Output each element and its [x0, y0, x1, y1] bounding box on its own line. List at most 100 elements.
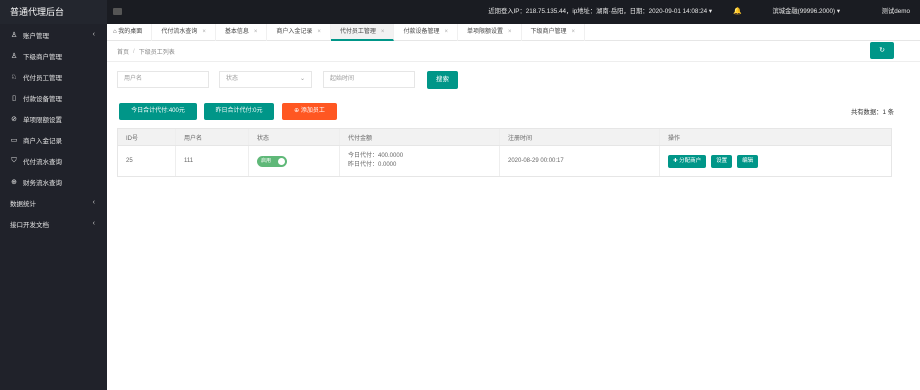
settings-button[interactable]: 设置	[711, 154, 733, 168]
sidebar: 普通代理后台 ♙ 账户管理 ‹ ♙ 下级商户管理 ♘ 代付员工管理 ▯ 付款设备管理 ⊘ 单项限额设…	[0, 0, 107, 390]
breadcrumb-current: 下级员工列表	[138, 50, 175, 56]
sidebar-item-6[interactable]: ⛉ 代付流水查询	[0, 150, 107, 171]
table-header: ID号 用户名 状态 代付金额 注册时间 操作	[118, 129, 891, 146]
today-total-button[interactable]: 今日合计代付:400元	[119, 103, 197, 120]
user-icon: ♙	[10, 31, 18, 39]
header-id: ID号	[118, 129, 176, 145]
username-input[interactable]: 用户名	[117, 71, 209, 88]
tab-0[interactable]: ⌂ 我的桌面	[107, 24, 153, 41]
tab-1[interactable]: 代付流水查询 ×	[152, 24, 216, 41]
yesterday-amount: 昨日代付：0.0000	[348, 162, 397, 168]
user-menu[interactable]: 测试demo	[882, 0, 910, 24]
tab-label: 付款设备管理	[403, 29, 440, 35]
sidebar-item-label: 代付流水查询	[23, 158, 62, 166]
search-button[interactable]: 搜索	[427, 71, 458, 89]
app-title: 普通代理后台	[0, 0, 107, 24]
cell-amount: 今日代付：400.0000 昨日代付：0.0000	[340, 146, 500, 176]
cell-id: 25	[118, 146, 176, 176]
add-employee-button[interactable]: ⊕ 添加员工	[282, 103, 337, 120]
header-actions: 操作	[668, 135, 681, 142]
breadcrumb-separator: /	[133, 48, 135, 55]
close-icon[interactable]: ×	[572, 29, 576, 35]
sidebar-item-5[interactable]: ▭ 商户入金记录	[0, 129, 107, 150]
breadcrumb: 首页 / 下级员工列表	[107, 42, 920, 62]
bell-icon[interactable]: 🔔	[733, 0, 742, 24]
sidebar-item-label: 商户入金记录	[23, 137, 62, 145]
breadcrumb-home[interactable]: 首页	[117, 47, 129, 56]
tab-label: 单项限额设置	[466, 29, 503, 35]
top-header: 近期登入IP：218.75.135.44，ip地址：湖南·岳阳，日期：2020-…	[107, 0, 920, 24]
tab-label: 商户入金记录	[276, 29, 313, 35]
tab-4[interactable]: 代付员工管理 ×	[330, 24, 395, 41]
sidebar-item-9[interactable]: 接口开发文档 ‹	[0, 213, 107, 234]
yesterday-total-button[interactable]: 昨日合计代付:0元	[204, 103, 274, 120]
cell-actions: ✚ 分配商户 设置 编辑	[660, 146, 891, 176]
tab-label: 基本信息	[224, 29, 249, 35]
tab-label: 下级商户管理	[530, 29, 567, 35]
balance-dropdown[interactable]: 滨城金融(99996.2000) ▾	[772, 0, 840, 24]
table-row: 25 111 启用 今日代付：400.0000 昨日代付：0.0000 2020…	[118, 146, 891, 176]
shield-icon: ⛉	[11, 156, 17, 164]
edit-button[interactable]: 编辑	[737, 154, 759, 168]
tab-label: 代付员工管理	[339, 29, 376, 35]
assign-merchant-button[interactable]: ✚ 分配商户	[668, 154, 707, 168]
device-icon: ▯	[12, 94, 16, 102]
close-icon[interactable]: ×	[508, 29, 512, 35]
sidebar-item-label: 数据统计	[10, 200, 36, 208]
login-info[interactable]: 近期登入IP：218.75.135.44，ip地址：湖南·岳阳，日期：2020-…	[488, 0, 712, 24]
total-records: 共有数据：1 条	[850, 109, 894, 116]
chevron-left-icon: ‹	[92, 199, 95, 206]
sidebar-item-label: 下级商户管理	[23, 53, 62, 61]
sidebar-item-label: 财务流水查询	[23, 179, 62, 187]
sidebar-item-4[interactable]: ⊘ 单项限额设置	[0, 108, 107, 129]
status-toggle-label: 启用	[261, 157, 272, 164]
tab-3[interactable]: 商户入金记录 ×	[267, 24, 331, 41]
header-status: 状态	[249, 129, 340, 145]
toggle-knob	[278, 157, 285, 165]
status-select[interactable]: 状态 ⌄	[219, 71, 312, 88]
close-icon[interactable]: ×	[444, 29, 448, 35]
refresh-button[interactable]: ↻	[870, 42, 894, 59]
menu-toggle-icon[interactable]	[113, 8, 122, 15]
tab-6[interactable]: 单项限额设置 ×	[458, 24, 522, 41]
users-icon: ♘	[10, 73, 18, 81]
tab-label: 我的桌面	[118, 29, 143, 35]
chevron-down-icon: ⌄	[299, 76, 305, 82]
sidebar-item-2[interactable]: ♘ 代付员工管理	[0, 66, 107, 87]
chevron-left-icon: ‹	[92, 220, 95, 227]
header-amount: 代付金额	[340, 129, 500, 145]
chevron-left-icon: ‹	[92, 31, 95, 38]
status-select-label: 状态	[226, 76, 239, 82]
header-reg-time: 注册时间	[500, 129, 660, 145]
close-icon[interactable]: ×	[381, 29, 385, 35]
tab-7[interactable]: 下级商户管理 ×	[522, 24, 586, 41]
tab-bar: ⌂ 我的桌面 代付流水查询 × 基本信息 × 商户入金记录 × 代付员工管理 × 付款设备管理 × 单…	[107, 24, 920, 41]
cell-reg-time: 2020-08-29 00:00:17	[500, 146, 660, 176]
employee-table: ID号 用户名 状态 代付金额 注册时间 操作 25 111 启用 今日代付：4…	[117, 128, 892, 177]
sidebar-item-0[interactable]: ♙ 账户管理 ‹	[0, 24, 107, 45]
tab-2[interactable]: 基本信息 ×	[216, 24, 268, 41]
limit-icon: ⊘	[11, 115, 17, 123]
sidebar-item-1[interactable]: ♙ 下级商户管理	[0, 45, 107, 66]
tab-5[interactable]: 付款设备管理 ×	[394, 24, 458, 41]
start-date-input[interactable]: 起始时间	[323, 71, 415, 88]
sidebar-item-label: 代付员工管理	[23, 74, 62, 82]
sidebar-item-8[interactable]: 数据统计 ‹	[0, 192, 107, 213]
sidebar-item-3[interactable]: ▯ 付款设备管理	[0, 87, 107, 108]
cell-username: 111	[176, 146, 249, 176]
close-icon[interactable]: ×	[317, 29, 321, 35]
sidebar-item-label: 接口开发文档	[10, 221, 49, 229]
tab-label: 代付流水查询	[161, 29, 198, 35]
inbox-icon: ▭	[10, 136, 18, 144]
today-amount: 今日代付：400.0000	[348, 153, 404, 159]
sidebar-item-label: 单项限额设置	[23, 116, 62, 124]
sidebar-item-7[interactable]: ⊕ 财务流水查询	[0, 171, 107, 192]
cell-status: 启用	[249, 146, 340, 176]
close-icon[interactable]: ×	[202, 29, 206, 35]
sidebar-item-label: 付款设备管理	[23, 95, 62, 103]
close-icon[interactable]: ×	[254, 29, 258, 35]
header-username: 用户名	[176, 129, 249, 145]
status-toggle[interactable]: 启用	[257, 155, 287, 167]
user-icon: ♙	[10, 52, 18, 60]
sidebar-item-label: 账户管理	[23, 32, 49, 40]
